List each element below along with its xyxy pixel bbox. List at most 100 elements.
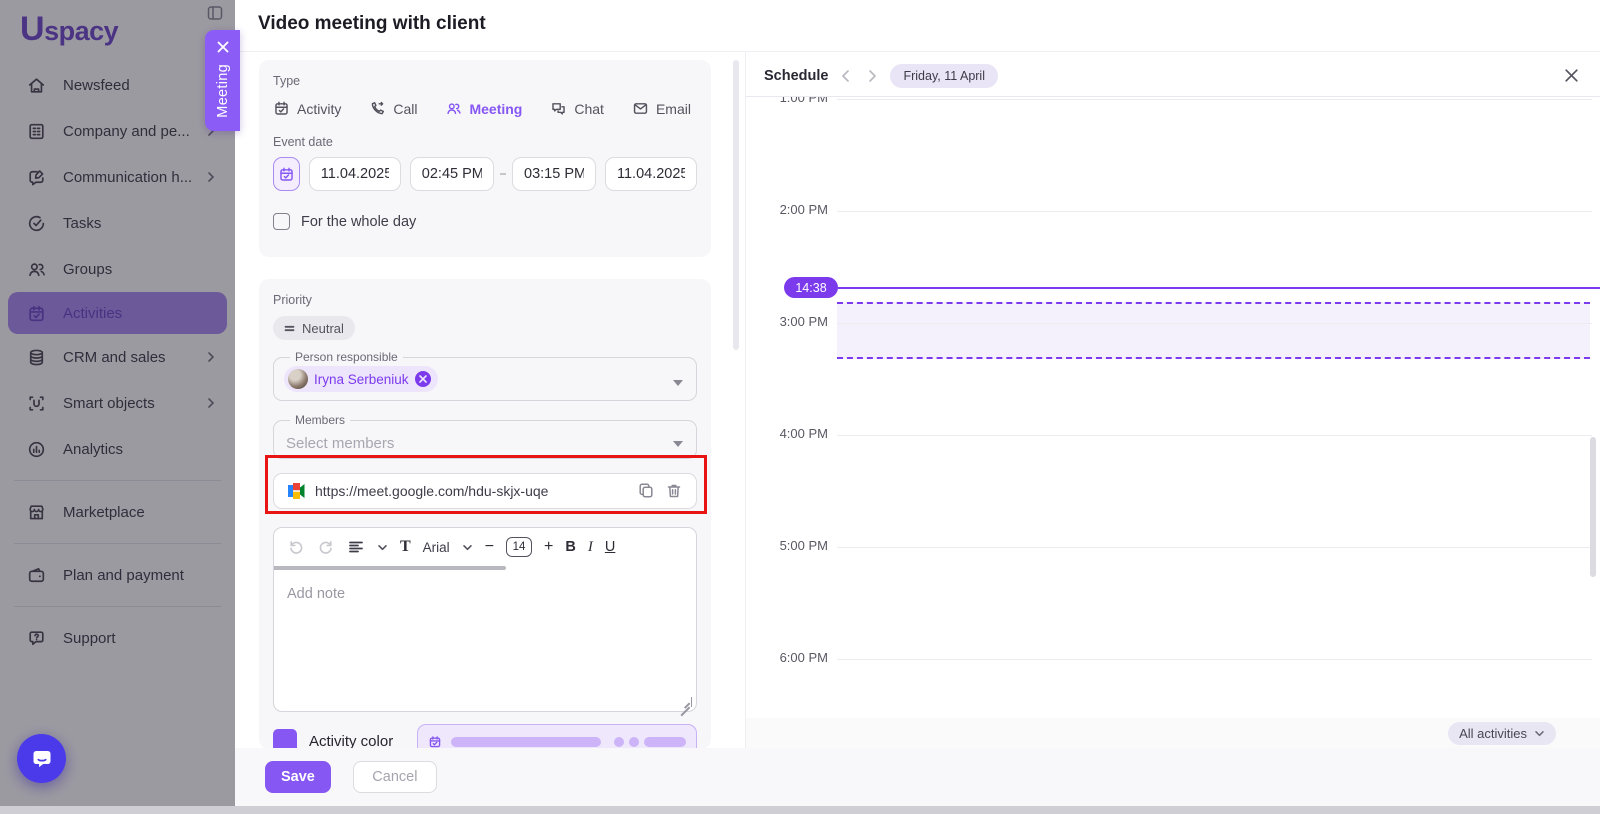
preview-dot xyxy=(629,737,639,747)
hour-gridline xyxy=(837,211,1592,212)
end-date-input[interactable] xyxy=(605,157,697,191)
note-editor: T Arial − 14 + B I U xyxy=(273,527,697,712)
meeting-tab-label: Meeting xyxy=(215,64,231,118)
hour-label: 1:00 PM xyxy=(754,97,828,105)
members-legend: Members xyxy=(290,413,350,427)
priority-label: Priority xyxy=(273,293,697,307)
whole-day-row[interactable]: For the whole day xyxy=(273,213,697,230)
font-size-increase-button[interactable]: + xyxy=(544,539,553,555)
activities-filter-dropdown[interactable]: All activities xyxy=(1448,722,1556,745)
page-bottom-edge xyxy=(0,806,1600,814)
activity-color-swatch[interactable] xyxy=(273,729,297,748)
hour-gridline xyxy=(837,547,1592,548)
dropdown-caret-icon[interactable] xyxy=(673,441,683,447)
hour-gridline xyxy=(837,435,1592,436)
activities-filter-label: All activities xyxy=(1459,726,1527,741)
align-caret-icon[interactable] xyxy=(377,542,388,553)
whole-day-label: For the whole day xyxy=(301,214,416,230)
copy-icon[interactable] xyxy=(637,482,655,500)
hour-label: 2:00 PM xyxy=(754,202,828,217)
editor-toolbar: T Arial − 14 + B I U xyxy=(274,528,696,566)
end-time-input[interactable] xyxy=(512,157,596,191)
chat-widget-button[interactable] xyxy=(17,734,66,783)
hour-gridline xyxy=(837,99,1592,100)
preview-skeleton-dots xyxy=(614,737,686,747)
details-card: Priority Neutral Person responsible Iryn… xyxy=(259,279,711,748)
preview-skeleton-bar xyxy=(451,737,601,747)
schedule-body[interactable]: 1:00 PM 2:00 PM 3:00 PM 4:00 PM 5:00 PM … xyxy=(746,97,1600,718)
close-tab-icon[interactable] xyxy=(216,40,230,54)
person-name: Iryna Serbeniuk xyxy=(314,372,409,387)
calendar-mini-icon xyxy=(428,735,442,749)
activity-color-preview xyxy=(417,724,697,748)
redo-icon[interactable] xyxy=(317,538,335,556)
undo-icon[interactable] xyxy=(287,538,305,556)
modal-backdrop[interactable] xyxy=(0,0,235,814)
cancel-button[interactable]: Cancel xyxy=(353,761,437,793)
activity-form: Type Activity Call Meeting xyxy=(235,52,746,748)
schedule-panel: Schedule Friday, 11 April 1:00 PM 2:00 P… xyxy=(746,52,1600,748)
person-responsible-field[interactable]: Person responsible Iryna Serbeniuk xyxy=(273,350,697,401)
form-scrollbar[interactable] xyxy=(733,60,739,350)
people-icon xyxy=(445,100,462,117)
prev-day-icon[interactable] xyxy=(838,68,854,84)
close-icon[interactable] xyxy=(1563,67,1580,84)
note-textarea[interactable] xyxy=(274,572,696,711)
type-option-label: Activity xyxy=(297,101,341,117)
type-option-label: Meeting xyxy=(469,101,522,117)
bold-button[interactable]: B xyxy=(565,539,575,555)
hour-gridline xyxy=(837,323,1592,324)
priority-chip[interactable]: Neutral xyxy=(273,316,355,340)
schedule-title: Schedule xyxy=(764,68,828,84)
schedule-scrollbar[interactable] xyxy=(1590,437,1596,577)
type-label: Type xyxy=(273,74,697,88)
schedule-date-pill[interactable]: Friday, 11 April xyxy=(890,64,998,88)
type-options: Activity Call Meeting Chat xyxy=(273,100,697,117)
meet-link-url[interactable]: https://meet.google.com/hdu-skjx-uqe xyxy=(315,483,627,499)
type-option-label: Chat xyxy=(574,101,604,117)
dropdown-caret-icon[interactable] xyxy=(673,380,683,386)
calendar-picker-button[interactable] xyxy=(273,157,300,191)
google-meet-icon xyxy=(287,482,305,500)
text-color-button[interactable]: T xyxy=(400,538,411,556)
type-option-meeting[interactable]: Meeting xyxy=(445,100,522,117)
preview-dot xyxy=(614,737,624,747)
priority-value: Neutral xyxy=(302,321,344,336)
hour-label: 5:00 PM xyxy=(754,538,828,553)
type-option-email[interactable]: Email xyxy=(632,100,691,117)
trash-icon[interactable] xyxy=(665,482,683,500)
save-button[interactable]: Save xyxy=(265,761,331,793)
resize-handle[interactable] xyxy=(682,697,692,707)
envelope-icon xyxy=(632,100,649,117)
toolbar-scrollbar[interactable] xyxy=(274,566,506,570)
type-option-call[interactable]: Call xyxy=(369,100,417,117)
modal-header: Video meeting with client xyxy=(235,0,1600,52)
members-placeholder: Select members xyxy=(284,429,686,452)
font-size-value[interactable]: 14 xyxy=(506,537,532,557)
calendar-icon xyxy=(273,100,290,117)
font-size-decrease-button[interactable]: − xyxy=(485,539,494,555)
italic-button[interactable]: I xyxy=(588,539,593,556)
font-caret-icon[interactable] xyxy=(462,542,473,553)
meet-link-row[interactable]: https://meet.google.com/hdu-skjx-uqe xyxy=(273,473,697,509)
activity-color-row: Activity color xyxy=(273,724,697,748)
phone-icon xyxy=(369,100,386,117)
underline-button[interactable]: U xyxy=(605,539,615,555)
align-left-icon[interactable] xyxy=(347,538,365,556)
person-responsible-legend: Person responsible xyxy=(290,350,403,364)
remove-person-icon[interactable] xyxy=(415,371,431,387)
members-field[interactable]: Members Select members xyxy=(273,413,697,459)
start-time-input[interactable] xyxy=(410,157,494,191)
chat-bubble-icon xyxy=(30,747,54,771)
type-option-label: Call xyxy=(393,101,417,117)
font-family-select[interactable]: Arial xyxy=(423,540,450,555)
type-date-card: Type Activity Call Meeting xyxy=(259,60,711,257)
meeting-side-tab[interactable]: Meeting xyxy=(205,30,240,131)
preview-skeleton-bar-short xyxy=(644,737,686,747)
whole-day-checkbox[interactable] xyxy=(273,213,290,230)
type-option-chat[interactable]: Chat xyxy=(550,100,604,117)
next-day-icon[interactable] xyxy=(864,68,880,84)
chevron-down-icon xyxy=(1534,728,1545,739)
start-date-input[interactable] xyxy=(309,157,401,191)
type-option-activity[interactable]: Activity xyxy=(273,100,341,117)
